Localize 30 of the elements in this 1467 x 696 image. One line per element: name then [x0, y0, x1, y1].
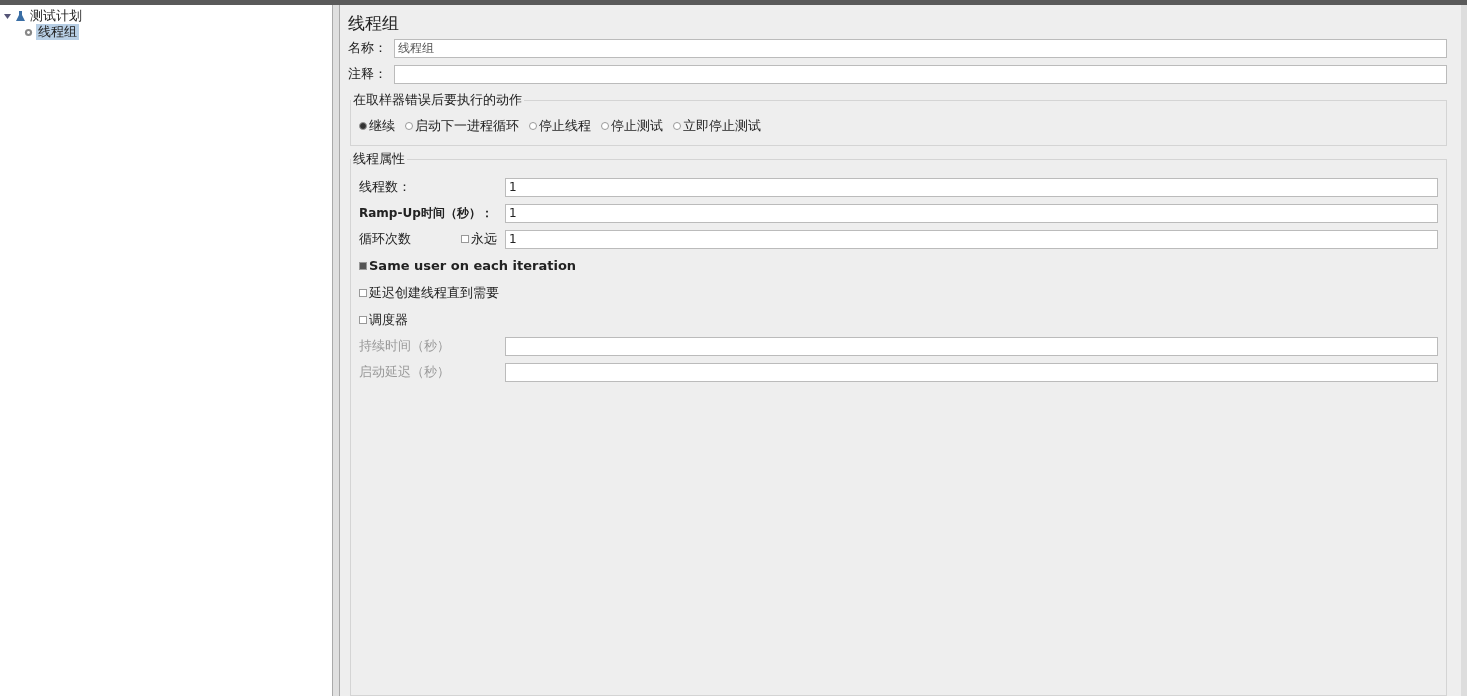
ramp-up-field[interactable]: 1 [505, 203, 1438, 223]
checkbox[interactable]: 调度器 [359, 306, 1438, 333]
checkbox[interactable]: 延迟创建线程直到需要 [359, 279, 1438, 306]
radio-option[interactable]: 启动下一进程循环 [405, 117, 519, 135]
group-title: 在取样器错误后要执行的动作 [352, 91, 523, 109]
radio-option[interactable]: 停止测试 [601, 117, 663, 135]
expand-toggle-icon[interactable] [4, 12, 13, 20]
tree-item[interactable]: 测试计划 [28, 8, 84, 24]
threads-label: 线程数： [359, 178, 412, 196]
name-label: 名称： [348, 39, 388, 57]
forever-checkbox[interactable]: 永远 [461, 230, 505, 248]
flask-icon [16, 11, 25, 21]
threads-field[interactable]: 1 [505, 177, 1438, 197]
checkbox[interactable]: Same user on each iteration [359, 252, 1438, 279]
tree-item[interactable]: 线程组 [36, 24, 79, 40]
loop-count-field[interactable]: 1 [505, 229, 1438, 249]
group-title: 线程属性 [352, 150, 406, 168]
scheduler-label: 启动延迟（秒） [359, 363, 451, 381]
radio-option[interactable]: 立即停止测试 [673, 117, 761, 135]
gear-icon [24, 27, 33, 37]
ramp-up-label: Ramp-Up时间（秒）： [359, 204, 494, 222]
scheduler-label: 持续时间（秒） [359, 337, 451, 355]
name-field[interactable]: 线程组 [394, 38, 1447, 58]
panel-title: 线程组 [348, 12, 400, 35]
radio-option[interactable]: 停止线程 [529, 117, 591, 135]
splitter-bar[interactable] [332, 5, 340, 696]
loop-count-label: 循环次数 [359, 230, 412, 248]
comment-field[interactable] [394, 64, 1447, 84]
comment-label: 注释： [348, 65, 388, 83]
radio-option[interactable]: 继续 [359, 117, 395, 135]
